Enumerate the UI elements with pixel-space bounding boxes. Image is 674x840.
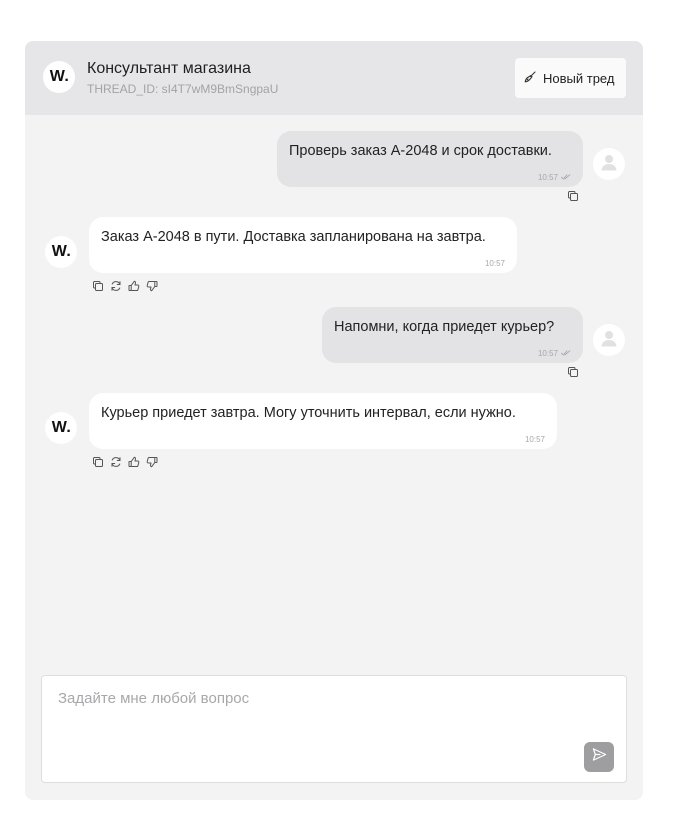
bot-message: Заказ A-2048 в пути. Доставка запланиров…	[89, 217, 517, 273]
user-icon	[599, 328, 619, 353]
chat-header: W. Консультант магазина THREAD_ID: sI4T7…	[25, 41, 643, 115]
message-time: 10:57	[537, 173, 558, 182]
message-input[interactable]	[42, 676, 626, 782]
bot-avatar: W.	[45, 412, 77, 444]
thumbs-down-icon[interactable]	[146, 456, 158, 468]
bot-message: Курьер приедет завтра. Могу уточнить инт…	[89, 393, 557, 449]
refresh-icon[interactable]	[110, 280, 122, 292]
logo-dot: .	[64, 68, 69, 85]
logo-dot: .	[66, 243, 71, 260]
send-button[interactable]	[584, 742, 614, 772]
message-meta: 10:57	[538, 349, 571, 358]
double-check-icon	[561, 349, 571, 358]
message-text: Проверь заказ A-2048 и срок доставки.	[289, 143, 552, 159]
double-check-icon	[561, 173, 571, 182]
refresh-icon[interactable]	[110, 456, 122, 468]
copy-icon[interactable]	[567, 366, 579, 378]
logo-dot: .	[66, 419, 71, 436]
user-icon	[599, 152, 619, 177]
message-time: 10:57	[524, 435, 545, 444]
brand-logo: W.	[43, 61, 75, 93]
thumbs-up-icon[interactable]	[128, 456, 140, 468]
copy-icon[interactable]	[92, 456, 104, 468]
send-icon	[592, 747, 607, 767]
user-avatar	[593, 324, 625, 356]
chat-window: W. Консультант магазина THREAD_ID: sI4T7…	[25, 41, 643, 800]
message-composer	[41, 675, 627, 783]
message-time: 10:57	[537, 349, 558, 358]
logo-letter: W	[51, 243, 67, 260]
message-text: Заказ A-2048 в пути. Доставка запланиров…	[101, 229, 486, 245]
thumbs-down-icon[interactable]	[146, 280, 158, 292]
new-thread-label: Новый тред	[543, 70, 615, 86]
logo-letter: W	[49, 68, 65, 85]
user-avatar	[593, 148, 625, 180]
bot-avatar: W.	[45, 236, 77, 268]
broom-icon	[524, 70, 536, 86]
user-message: Напомни, когда приедет курьер? 10:57	[322, 307, 583, 363]
logo-letter: W	[51, 419, 67, 436]
user-message: Проверь заказ A-2048 и срок доставки. 10…	[277, 131, 583, 187]
message-meta: 10:57	[525, 435, 545, 444]
message-time: 10:57	[484, 259, 505, 268]
message-meta: 10:57	[538, 173, 571, 182]
message-meta: 10:57	[485, 259, 505, 268]
chat-title: Консультант магазина	[87, 60, 251, 77]
message-text: Курьер приедет завтра. Могу уточнить инт…	[101, 405, 516, 421]
copy-icon[interactable]	[567, 190, 579, 202]
thread-id: THREAD_ID: sI4T7wM9BmSngpaU	[87, 82, 279, 96]
copy-icon[interactable]	[92, 280, 104, 292]
thumbs-up-icon[interactable]	[128, 280, 140, 292]
message-text: Напомни, когда приедет курьер?	[334, 319, 555, 335]
new-thread-button[interactable]: Новый тред	[515, 58, 626, 98]
